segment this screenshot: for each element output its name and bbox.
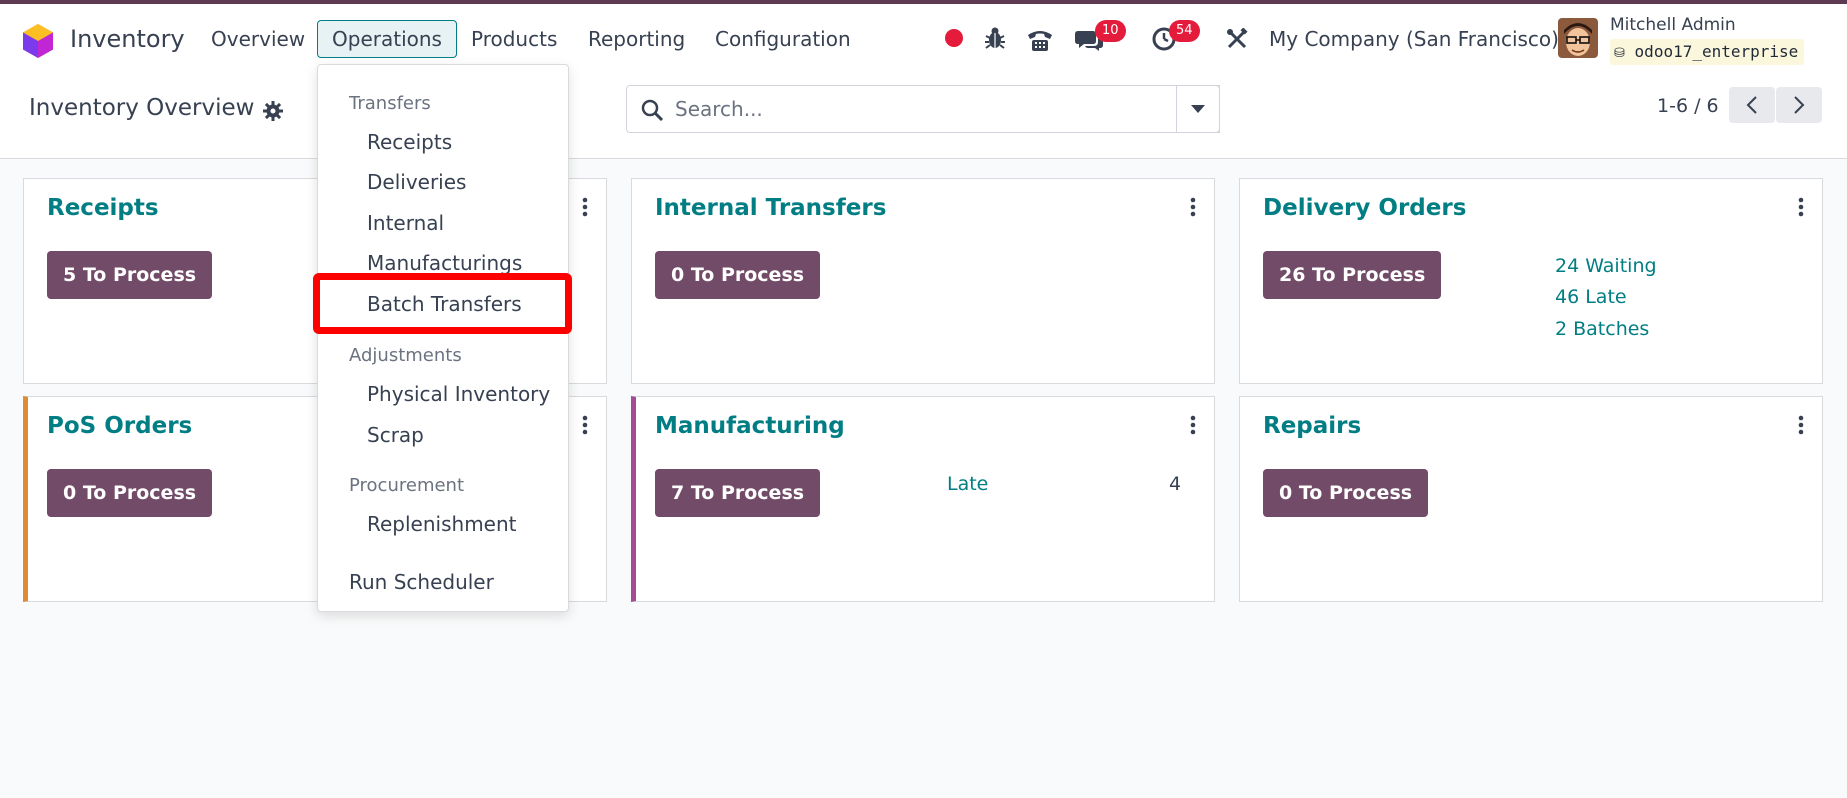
phone-icon[interactable]	[1026, 28, 1054, 52]
tools-icon[interactable]	[1226, 28, 1248, 50]
database-name: ⛁ odoo17_enterprise	[1610, 39, 1805, 65]
menu-item-run-scheduler[interactable]: Run Scheduler	[349, 570, 494, 594]
control-panel: Inventory Overview 1-6 / 6	[0, 73, 1847, 159]
card-title[interactable]: Manufacturing	[655, 413, 845, 439]
gear-icon[interactable]	[263, 101, 283, 121]
batches-link[interactable]: 2 Batches	[1555, 318, 1649, 340]
inventory-app-icon[interactable]	[22, 23, 54, 59]
user-name[interactable]: Mitchell Admin	[1610, 15, 1736, 35]
navbar: Inventory Overview Operations Products R…	[0, 4, 1847, 73]
pager-value[interactable]: 1-6 / 6	[1657, 95, 1719, 117]
menu-item-physical-inventory[interactable]: Physical Inventory	[367, 382, 550, 406]
menu-item-receipts[interactable]: Receipts	[367, 130, 452, 154]
pager-next-button[interactable]	[1776, 87, 1822, 123]
app-name[interactable]: Inventory	[70, 25, 185, 53]
menu-reporting[interactable]: Reporting	[573, 20, 700, 58]
search-icon	[641, 99, 663, 121]
chevron-left-icon	[1746, 96, 1757, 114]
card-manufacturing: Manufacturing 7 To Process Late 4	[631, 396, 1215, 602]
to-process-button[interactable]: 7 To Process	[655, 469, 821, 517]
search-box	[626, 85, 1220, 133]
highlight-annotation	[313, 273, 572, 334]
chevron-right-icon	[1794, 96, 1805, 114]
menu-item-deliveries[interactable]: Deliveries	[367, 170, 466, 194]
messages-badge: 10	[1095, 20, 1126, 42]
to-process-button[interactable]: 0 To Process	[47, 469, 213, 517]
to-process-button[interactable]: 0 To Process	[655, 251, 821, 299]
card-title[interactable]: Receipts	[47, 195, 159, 221]
pager-previous-button[interactable]	[1729, 87, 1775, 123]
card-title[interactable]: Repairs	[1263, 413, 1361, 439]
kebab-menu-icon[interactable]	[1190, 415, 1196, 435]
bug-icon[interactable]	[984, 26, 1006, 50]
late-count: 4	[1169, 473, 1182, 495]
menu-configuration[interactable]: Configuration	[700, 20, 866, 58]
card-repairs: Repairs 0 To Process	[1239, 396, 1823, 602]
card-title[interactable]: Delivery Orders	[1263, 195, 1466, 221]
kebab-menu-icon[interactable]	[582, 415, 588, 435]
late-link[interactable]: 46 Late	[1555, 286, 1627, 308]
menu-item-internal[interactable]: Internal	[367, 211, 444, 235]
card-title[interactable]: Internal Transfers	[655, 195, 886, 221]
caret-down-icon	[1191, 105, 1205, 113]
to-process-button[interactable]: 0 To Process	[1263, 469, 1429, 517]
menu-products[interactable]: Products	[456, 20, 572, 58]
search-input[interactable]	[675, 92, 1195, 126]
user-avatar[interactable]	[1558, 18, 1598, 58]
page-title: Inventory Overview	[29, 95, 255, 121]
section-header-transfers: Transfers	[349, 93, 431, 114]
activities-badge: 54	[1169, 20, 1200, 42]
to-process-button[interactable]: 5 To Process	[47, 251, 213, 299]
menu-item-scrap[interactable]: Scrap	[367, 423, 424, 447]
kebab-menu-icon[interactable]	[1798, 415, 1804, 435]
card-delivery-orders: Delivery Orders 26 To Process 24 Waiting…	[1239, 178, 1823, 384]
card-title[interactable]: PoS Orders	[47, 413, 192, 439]
database-icon: ⛁	[1614, 46, 1625, 61]
search-options-toggle[interactable]	[1176, 85, 1220, 133]
to-process-button[interactable]: 26 To Process	[1263, 251, 1442, 299]
database-label: odoo17_enterprise	[1634, 42, 1799, 61]
record-icon[interactable]	[944, 28, 964, 48]
menu-item-replenishment[interactable]: Replenishment	[367, 512, 517, 536]
kebab-menu-icon[interactable]	[1190, 197, 1196, 217]
menu-overview[interactable]: Overview	[196, 20, 320, 58]
waiting-link[interactable]: 24 Waiting	[1555, 255, 1657, 277]
kebab-menu-icon[interactable]	[582, 197, 588, 217]
section-header-adjustments: Adjustments	[349, 345, 462, 366]
company-switcher[interactable]: My Company (San Francisco)	[1269, 27, 1559, 51]
operations-dropdown: Transfers Receipts Deliveries Internal M…	[317, 64, 569, 612]
late-link[interactable]: Late	[947, 473, 988, 495]
menu-operations[interactable]: Operations	[317, 20, 457, 58]
kebab-menu-icon[interactable]	[1798, 197, 1804, 217]
card-internal-transfers: Internal Transfers 0 To Process	[631, 178, 1215, 384]
section-header-procurement: Procurement	[349, 475, 465, 496]
menu-item-manufacturings[interactable]: Manufacturings	[367, 251, 522, 275]
